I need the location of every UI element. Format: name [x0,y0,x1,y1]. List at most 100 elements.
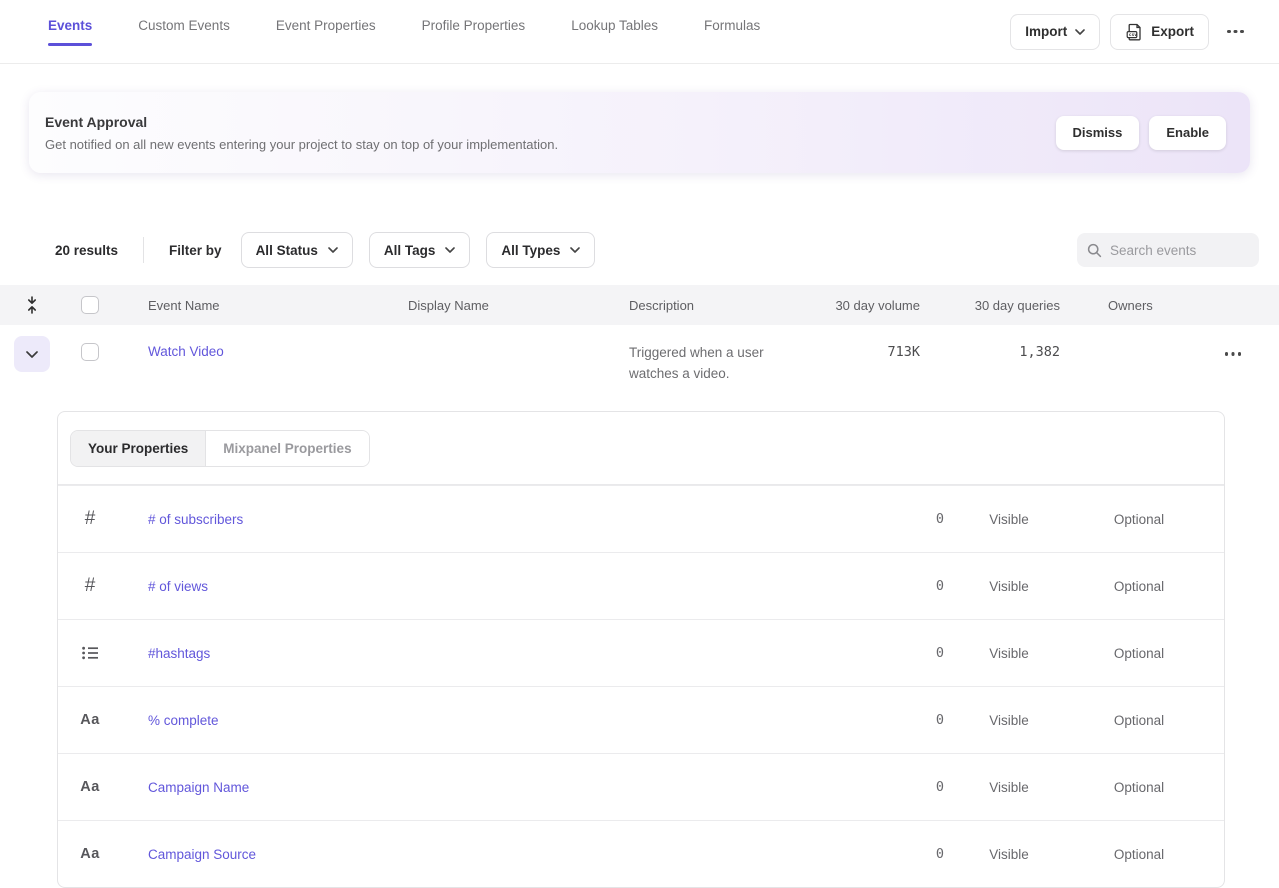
property-row: Aa % complete 0 Visible Optional [58,686,1224,753]
property-name-link[interactable]: Campaign Name [122,780,249,795]
property-name-link[interactable]: # of subscribers [122,512,243,527]
chevron-down-icon [1075,29,1085,35]
event-name-link[interactable]: Watch Video [148,344,224,359]
collapse-all-icon[interactable] [0,296,64,314]
tags-filter-value: All Tags [384,243,436,258]
tags-filter-dropdown[interactable]: All Tags [369,232,471,268]
property-visibility: Visible [944,646,1074,661]
results-count: 20 results [55,243,118,258]
top-nav: Events Custom Events Event Properties Pr… [0,0,1279,64]
property-name-link[interactable]: Campaign Source [122,847,256,862]
nav-tab-label: Event Properties [276,18,376,34]
enable-button[interactable]: Enable [1149,116,1226,150]
expand-cell [0,325,64,372]
list-type-icon [58,646,122,660]
select-all-checkbox[interactable] [81,296,99,314]
property-visibility: Visible [944,579,1074,594]
event-name-cell: Watch Video [148,325,408,359]
column-header-volume: 30 day volume [820,298,920,313]
nav-overflow-menu-icon[interactable] [1227,30,1245,34]
property-name-link[interactable]: # of views [122,579,208,594]
status-filter-value: All Status [256,243,318,258]
chevron-down-icon [570,247,580,253]
property-requirement: Optional [1074,646,1204,661]
tab-your-properties[interactable]: Your Properties [71,431,206,466]
text-type-icon: Aa [58,846,122,862]
event-properties-panel: Your Properties Mixpanel Properties # # … [57,411,1225,888]
property-row: Aa Campaign Source 0 Visible Optional [58,820,1224,887]
types-filter-value: All Types [501,243,560,258]
event-description: Triggered when a user watches a video. [629,343,820,385]
property-name-link[interactable]: #hashtags [122,646,210,661]
event-volume: 713K [820,344,920,360]
search-icon [1087,243,1102,258]
nav-tab-custom-events[interactable]: Custom Events [138,18,230,46]
export-button[interactable]: csv Export [1110,14,1209,50]
row-overflow-menu-icon[interactable] [1225,352,1243,356]
properties-tab-bar: Your Properties Mixpanel Properties [58,412,1224,485]
property-value: 0 [854,511,944,527]
row-checkbox-cell [64,325,148,361]
nav-tab-events[interactable]: Events [48,18,92,46]
search-box[interactable] [1077,233,1259,267]
nav-actions: Import csv Export [1010,14,1253,50]
property-requirement: Optional [1074,847,1204,862]
active-tab-underline [48,43,92,46]
property-requirement: Optional [1074,579,1204,594]
banner-text: Event Approval Get notified on all new e… [45,114,1056,152]
status-filter-dropdown[interactable]: All Status [241,232,353,268]
property-row: #hashtags 0 Visible Optional [58,619,1224,686]
nav-tab-label: Events [48,18,92,34]
import-button-label: Import [1025,24,1067,39]
nav-tab-label: Formulas [704,18,760,34]
csv-file-icon: csv [1125,23,1143,41]
text-type-icon: Aa [58,779,122,795]
event-approval-banner: Event Approval Get notified on all new e… [29,92,1250,173]
nav-tab-label: Custom Events [138,18,230,34]
svg-text:csv: csv [1129,33,1138,38]
banner-actions: Dismiss Enable [1056,116,1227,150]
nav-tab-event-properties[interactable]: Event Properties [276,18,376,46]
toolbar-divider [143,237,144,263]
property-name-link[interactable]: % complete [122,713,219,728]
tab-mixpanel-properties[interactable]: Mixpanel Properties [206,431,368,466]
filter-toolbar: 20 results Filter by All Status All Tags… [0,232,1279,268]
property-visibility: Visible [944,713,1074,728]
number-type-icon: # [58,575,122,597]
event-queries: 1,382 [920,344,1060,360]
column-header-display-name: Display Name [408,298,629,313]
row-actions-cell [1188,325,1279,356]
nav-tab-lookup-tables[interactable]: Lookup Tables [571,18,658,46]
events-table-header: Event Name Display Name Description 30 d… [0,285,1279,325]
types-filter-dropdown[interactable]: All Types [486,232,595,268]
property-value: 0 [854,846,944,862]
collapse-row-button[interactable] [14,336,50,372]
property-visibility: Visible [944,780,1074,795]
property-value: 0 [854,779,944,795]
chevron-down-icon [328,247,338,253]
search-input[interactable] [1110,243,1249,258]
nav-tab-profile-properties[interactable]: Profile Properties [422,18,526,46]
column-header-description: Description [629,298,820,313]
property-requirement: Optional [1074,780,1204,795]
property-visibility: Visible [944,512,1074,527]
property-value: 0 [854,645,944,661]
row-checkbox[interactable] [81,343,99,361]
select-all-cell [64,296,148,314]
dismiss-button[interactable]: Dismiss [1056,116,1140,150]
column-header-event-name: Event Name [148,298,408,313]
column-header-queries: 30 day queries [920,298,1060,313]
event-table-row: Watch Video Triggered when a user watche… [0,325,1279,399]
property-value: 0 [854,712,944,728]
banner-title: Event Approval [45,114,1056,130]
column-header-owners: Owners [1088,298,1188,313]
import-button[interactable]: Import [1010,14,1100,50]
nav-tab-label: Profile Properties [422,18,526,34]
nav-tabs: Events Custom Events Event Properties Pr… [48,18,760,46]
nav-tab-label: Lookup Tables [571,18,658,34]
property-requirement: Optional [1074,512,1204,527]
chevron-down-icon [445,247,455,253]
property-row: Aa Campaign Name 0 Visible Optional [58,753,1224,820]
filter-by-label: Filter by [169,243,222,258]
nav-tab-formulas[interactable]: Formulas [704,18,760,46]
